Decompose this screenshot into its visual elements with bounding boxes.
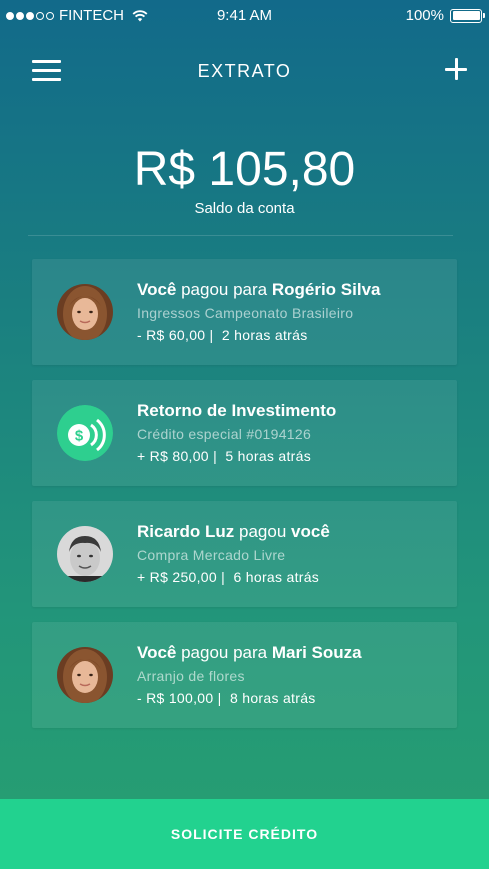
transaction-title: Retorno de Investimento (137, 401, 337, 420)
plus-icon[interactable] (445, 58, 467, 80)
status-bar: FINTECH 9:41 AM 100% (0, 0, 489, 32)
transaction-subtitle: Arranjo de flores (137, 668, 245, 684)
transaction-amount: + R$ 250,00 | (137, 569, 226, 585)
transaction-text: Você pagou para Rogério Silva Ingressos … (137, 279, 449, 344)
transaction-amount: - R$ 100,00 | (137, 690, 222, 706)
svg-text:$: $ (75, 428, 84, 445)
battery-percent: 100% (405, 7, 444, 24)
transaction-meta: + R$ 80,00 | 5 horas atrás (137, 447, 449, 465)
transaction-title: Você pagou para Mari Souza (137, 643, 362, 662)
transaction-meta: + R$ 250,00 | 6 horas atrás (137, 568, 449, 586)
balance-value: R$ 105,80 (133, 143, 356, 196)
transaction-meta: - R$ 100,00 | 8 horas atrás (137, 689, 449, 707)
transaction-subtitle: Crédito especial #0194126 (137, 426, 312, 442)
woman-avatar (57, 284, 113, 340)
dollar-coin-icon: $ (57, 405, 113, 461)
page-title: EXTRATO (197, 61, 292, 81)
balance-section: R$ 105,80 Saldo da conta (0, 142, 489, 217)
woman-avatar (57, 647, 113, 703)
status-right: 100% (405, 7, 485, 24)
transaction-card[interactable]: Você pagou para Rogério Silva Ingressos … (32, 259, 457, 365)
transaction-title: Você pagou para Rogério Silva (137, 280, 381, 299)
transaction-title: Ricardo Luz pagou você (137, 522, 330, 541)
transaction-amount: + R$ 80,00 | (137, 448, 218, 464)
transaction-card[interactable]: $ Retorno de Investimento Crédito especi… (32, 380, 457, 486)
transaction-amount: - R$ 60,00 | (137, 327, 214, 343)
transaction-card[interactable]: Você pagou para Mari Souza Arranjo de fl… (32, 622, 457, 728)
balance-label: Saldo da conta (194, 200, 295, 217)
transaction-card[interactable]: Ricardo Luz pagou você Compra Mercado Li… (32, 501, 457, 607)
transaction-time: 2 horas atrás (221, 327, 308, 343)
transaction-time: 6 horas atrás (233, 569, 320, 585)
transaction-subtitle: Ingressos Campeonato Brasileiro (137, 305, 354, 321)
transaction-subtitle: Compra Mercado Livre (137, 547, 286, 563)
battery-icon (450, 8, 485, 23)
transaction-meta: - R$ 60,00 | 2 horas atrás (137, 326, 449, 344)
request-credit-button[interactable]: SOLICITE CRÉDITO (0, 799, 489, 869)
nav-bar: EXTRATO (0, 56, 489, 88)
transaction-time: 8 horas atrás (229, 690, 316, 706)
transaction-time: 5 horas atrás (225, 448, 312, 464)
divider (28, 235, 453, 236)
transaction-text: Retorno de Investimento Crédito especial… (137, 400, 449, 465)
transaction-text: Você pagou para Mari Souza Arranjo de fl… (137, 642, 449, 707)
transaction-text: Ricardo Luz pagou você Compra Mercado Li… (137, 521, 449, 586)
man-avatar (57, 526, 113, 582)
